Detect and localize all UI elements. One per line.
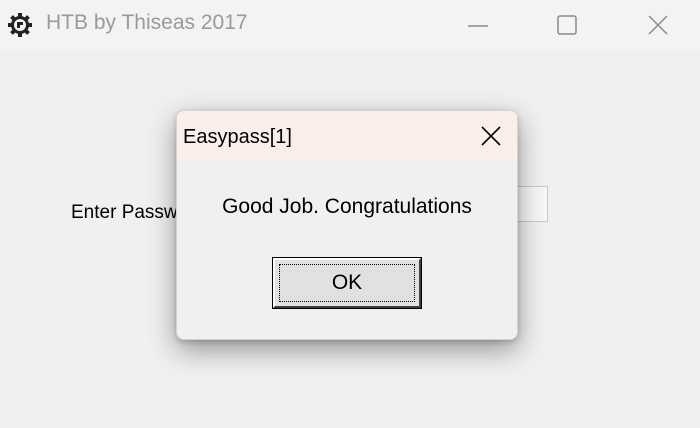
dialog-title: Easypass[1] [183, 126, 292, 148]
dialog-message: Good Job. Congratulations [222, 195, 472, 218]
message-dialog: Easypass[1] Good Job. Congratulations OK [176, 110, 518, 340]
window-titlebar[interactable]: HTB by Thiseas 2017 [0, 0, 700, 50]
close-icon [648, 15, 668, 35]
password-prompt-label: Enter Passw [71, 202, 178, 223]
ok-button-label: OK [331, 271, 363, 294]
gear-icon [7, 12, 33, 38]
maximize-button[interactable] [531, 0, 603, 50]
dialog-close-button[interactable] [465, 111, 517, 161]
close-icon [481, 126, 501, 146]
window-title: HTB by Thiseas 2017 [46, 11, 248, 34]
minimize-icon [468, 25, 488, 27]
maximize-icon [557, 15, 577, 35]
minimize-button[interactable] [442, 0, 514, 50]
dialog-titlebar[interactable]: Easypass[1] [177, 111, 517, 161]
ok-button[interactable]: OK [272, 257, 422, 309]
close-button[interactable] [622, 0, 694, 50]
